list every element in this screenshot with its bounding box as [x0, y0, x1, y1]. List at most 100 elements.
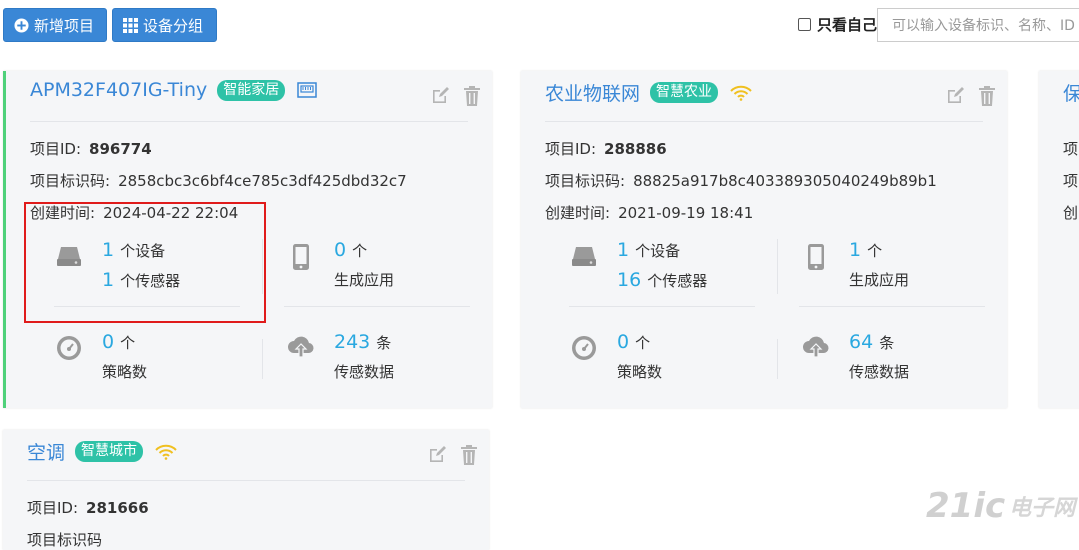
project-key-row: 项: [1063, 170, 1078, 191]
server-icon: [569, 243, 599, 269]
stat-separator: [799, 306, 985, 307]
edit-icon[interactable]: [430, 85, 450, 111]
category-tag: 智慧农业: [650, 82, 719, 103]
created-at-label: 创: [1063, 204, 1079, 222]
card-divider: [30, 121, 468, 122]
project-key-row: 项目标识码: 88825a917b8c403389305040249b89b1: [545, 170, 937, 191]
card-actions: [430, 85, 482, 111]
watermark-cn: 电子网: [1009, 496, 1076, 521]
mobile-icon: [286, 243, 316, 271]
unit-tiao: 条: [879, 334, 895, 352]
trash-icon[interactable]: [462, 85, 482, 111]
project-title[interactable]: 农业物联网: [545, 79, 640, 106]
project-title[interactable]: 保: [1063, 79, 1079, 106]
unit-ge: 个: [120, 334, 136, 352]
wifi-icon: [730, 85, 752, 101]
wifi-icon: [155, 444, 177, 460]
search-input[interactable]: 可以输入设备标识、名称、ID: [877, 8, 1079, 42]
policies-label: 策略数: [102, 363, 148, 381]
device-suffix: 个设备: [635, 242, 681, 260]
policy-stat[interactable]: 0个 策略数: [54, 331, 147, 382]
sensor-data-stat[interactable]: 243 条 传感数据: [286, 331, 394, 382]
policies-label: 策略数: [617, 363, 663, 381]
unit-ge: 个: [867, 242, 883, 260]
card-title-row: APM32F407IG-Tiny 智能家居: [30, 79, 317, 101]
unit-tiao: 条: [376, 334, 392, 352]
created-at-value: 2021-09-19 18:41: [618, 204, 754, 222]
speedometer-icon: [569, 335, 599, 361]
project-key-label: 项: [1063, 172, 1079, 190]
stat-separator: [777, 239, 778, 294]
project-title[interactable]: APM32F407IG-Tiny: [30, 79, 207, 101]
trash-icon[interactable]: [459, 444, 479, 470]
project-key-row: 项目标识码: 2858cbc3c6bf4ce785c3df425dbd32c7: [30, 170, 407, 191]
only-mine-label: 只看自己: [817, 16, 878, 34]
device-count: 1: [617, 239, 630, 261]
stat-separator: [777, 339, 778, 379]
generated-apps-label: 生成应用: [334, 271, 395, 289]
sensor-data-label: 传感数据: [849, 363, 910, 381]
toolbar: 新增项目 设备分组 只看自己 可以输入设备标识、名称、ID: [0, 0, 1079, 50]
app-stat[interactable]: 1个 生成应用: [801, 239, 909, 290]
speedometer-icon: [54, 335, 84, 361]
project-id-row: 项目ID: 896774: [30, 138, 152, 159]
project-id-value: 281666: [86, 499, 149, 517]
project-id-label: 项目ID:: [27, 499, 79, 517]
add-project-label: 新增项目: [34, 16, 95, 35]
policy-count: 0: [617, 331, 630, 353]
project-id-label: 项: [1063, 140, 1079, 158]
device-group-label: 设备分组: [143, 16, 204, 35]
project-title[interactable]: 空调: [27, 438, 65, 465]
app-stat[interactable]: 0个 生成应用: [286, 239, 394, 290]
highlight-box: [24, 202, 266, 323]
device-group-button[interactable]: 设备分组: [112, 8, 217, 42]
trash-icon[interactable]: [977, 85, 997, 111]
project-id-row: 项目ID: 281666: [27, 497, 149, 518]
project-card[interactable]: 农业物联网 智慧农业 项目ID: 288886 项目标识码: 88825a917b8…: [521, 71, 1007, 408]
project-key-value: 2858cbc3c6bf4ce785c3df425dbd32c7: [118, 172, 407, 190]
project-id-value: 896774: [89, 140, 152, 158]
project-card[interactable]: 保 项 项 创: [1039, 71, 1079, 408]
unit-ge: 个: [635, 334, 651, 352]
stat-separator: [262, 339, 263, 379]
device-stat[interactable]: 1 个设备 16 个传感器: [569, 239, 707, 291]
card-title-row: 农业物联网 智慧农业: [545, 79, 752, 106]
plus-circle-icon: [14, 17, 29, 33]
policy-stat[interactable]: 0个 策略数: [569, 331, 662, 382]
card-divider: [545, 121, 983, 122]
cloud-upload-icon: [801, 335, 831, 359]
policy-count: 0: [102, 331, 115, 353]
project-card[interactable]: 空调 智慧城市 项目ID: 281666 项目标识码: [3, 430, 489, 550]
only-mine-filter[interactable]: 只看自己: [798, 14, 877, 35]
created-at-row: 创: [1063, 202, 1078, 223]
add-project-button[interactable]: 新增项目: [3, 8, 107, 42]
edit-icon[interactable]: [427, 444, 447, 470]
unit-ge: 个: [352, 242, 368, 260]
project-id-row: 项: [1063, 138, 1078, 159]
data-count: 64: [849, 331, 874, 353]
card-divider: [27, 480, 465, 481]
app-count: 0: [334, 239, 347, 261]
generated-apps-label: 生成应用: [849, 271, 910, 289]
project-id-label: 项目ID:: [545, 140, 597, 158]
data-count: 243: [334, 331, 371, 353]
card-actions: [945, 85, 997, 111]
project-id-value: 288886: [604, 140, 667, 158]
app-count: 1: [849, 239, 862, 261]
sensor-count: 16: [617, 269, 642, 291]
card-actions: [427, 444, 479, 470]
card-title-row: 保: [1063, 79, 1079, 106]
mobile-icon: [801, 243, 831, 271]
only-mine-checkbox[interactable]: [798, 18, 811, 31]
edit-icon[interactable]: [945, 85, 965, 111]
category-tag: 智能家居: [217, 79, 286, 101]
sensor-data-stat[interactable]: 64 条 传感数据: [801, 331, 909, 382]
project-id-row: 项目ID: 288886: [545, 138, 667, 159]
project-id-label: 项目ID:: [30, 140, 82, 158]
grid-icon: [123, 17, 138, 33]
search-placeholder: 可以输入设备标识、名称、ID: [892, 18, 1075, 34]
sensor-suffix: 个传感器: [647, 272, 708, 290]
stat-separator: [284, 306, 470, 307]
category-tag: 智慧城市: [75, 441, 144, 462]
watermark-brand: 21ic: [926, 486, 1006, 526]
